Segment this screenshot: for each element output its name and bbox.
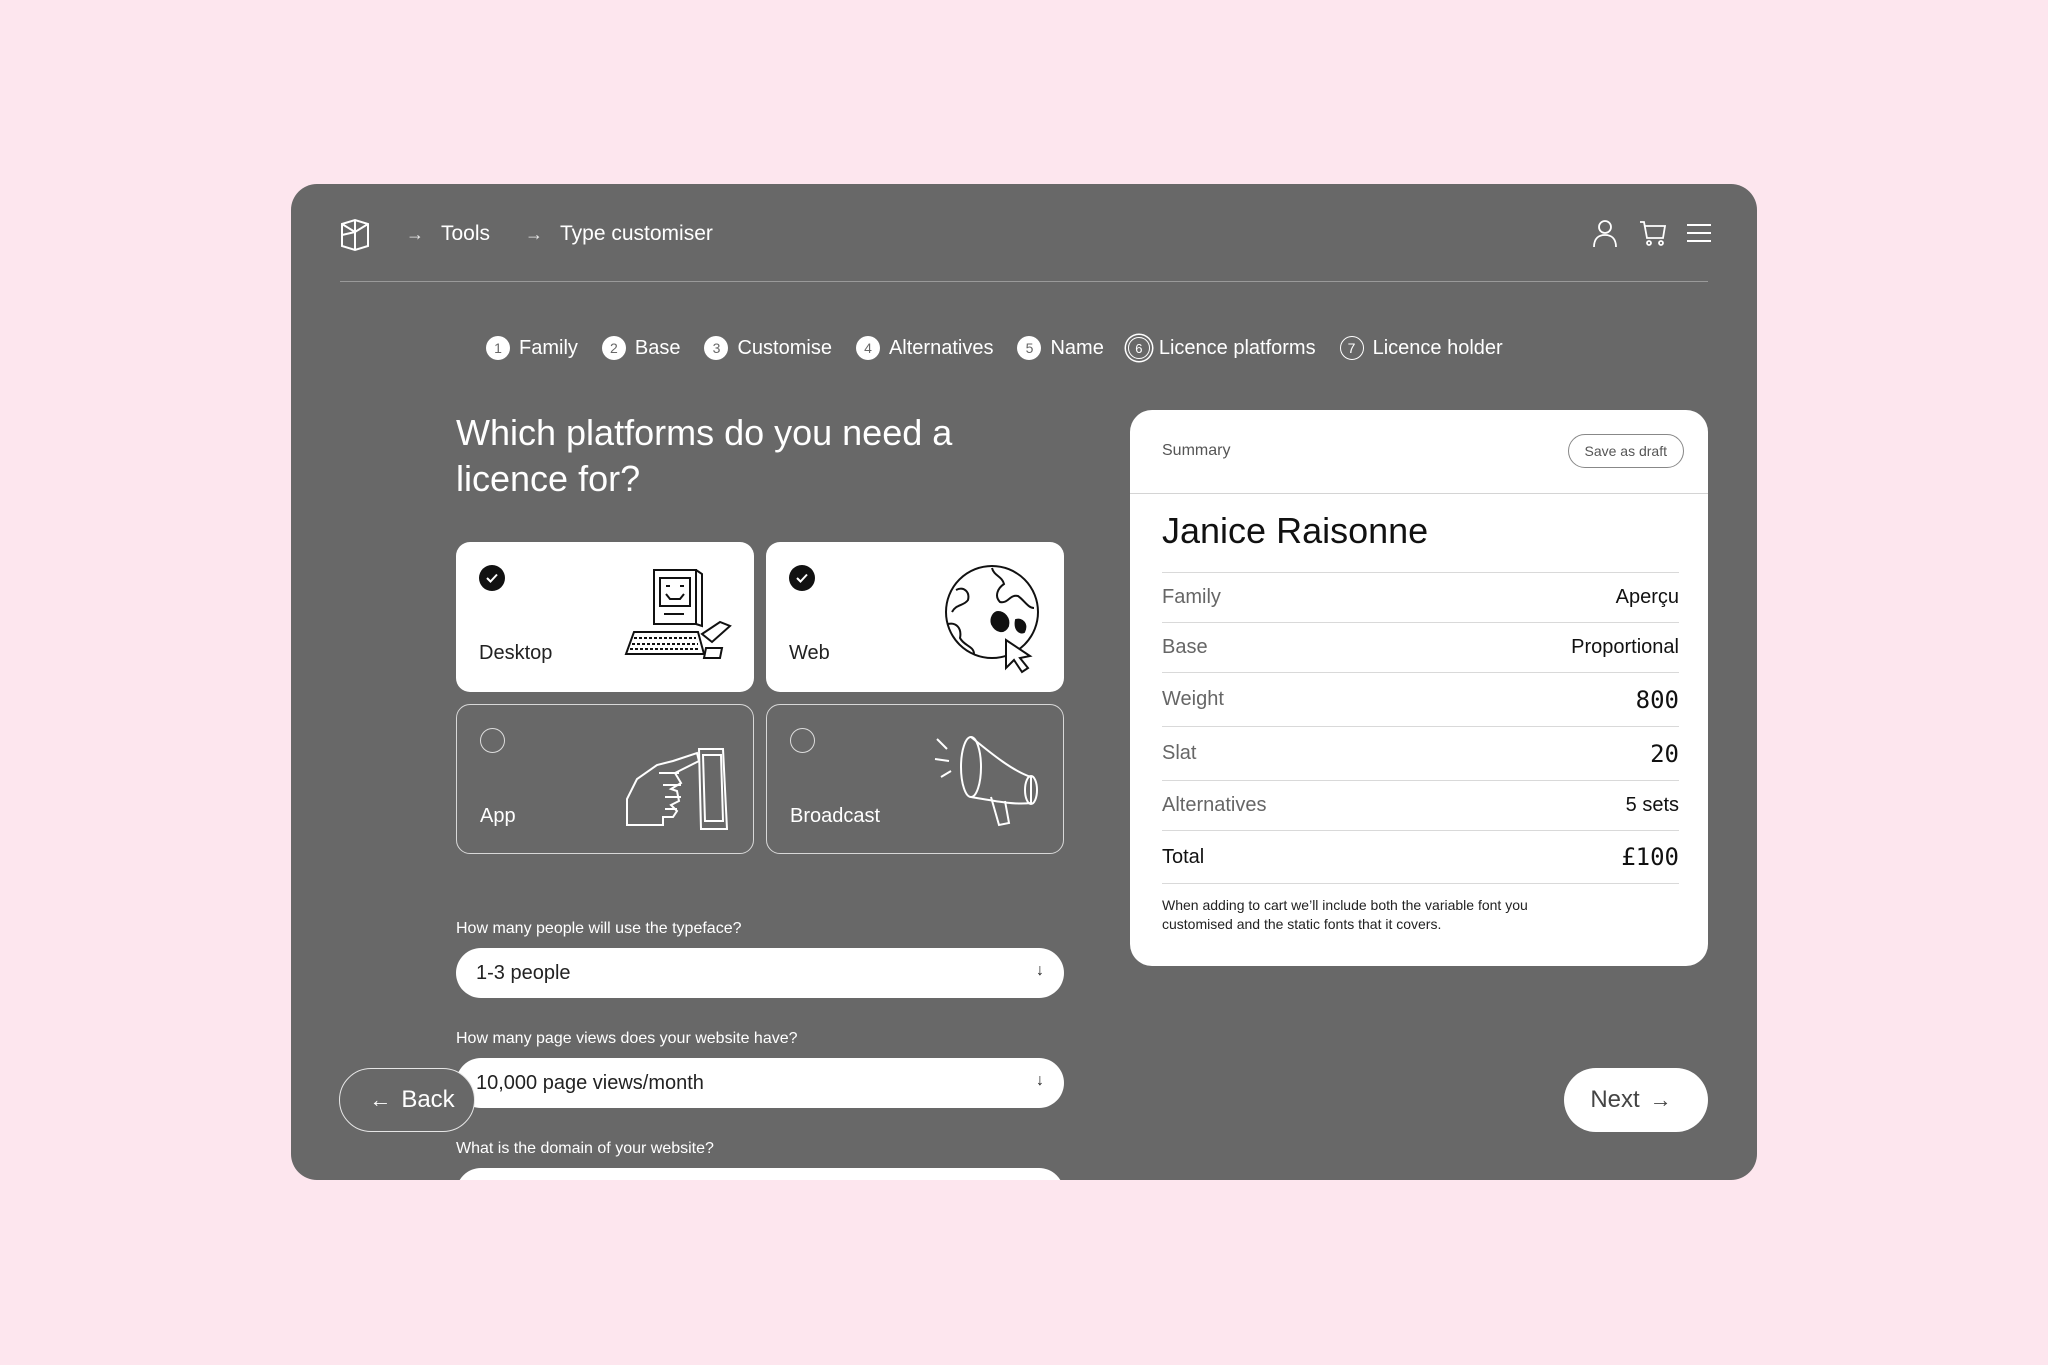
summary-title: Summary bbox=[1162, 442, 1231, 459]
arrow-right-icon: → bbox=[1649, 1087, 1672, 1112]
summary-note: When adding to cart we’ll include both t… bbox=[1162, 897, 1528, 932]
people-select[interactable]: 1-3 people ↓ bbox=[456, 948, 1064, 998]
progress-stepper: 1 Family 2 Base 3 Customise 4 Alternatives 5… bbox=[486, 332, 1527, 364]
summary-row-total: Total £100 bbox=[1162, 830, 1679, 884]
breadcrumb-tools[interactable]: Tools bbox=[441, 222, 490, 246]
checked-icon bbox=[479, 565, 505, 591]
page-question: Which platforms do you need a licence fo… bbox=[456, 412, 953, 499]
summary-row-slat: Slat 20 bbox=[1162, 726, 1679, 780]
step-base[interactable]: 2 Base bbox=[601, 336, 680, 360]
step-customise[interactable]: 3 Customise bbox=[704, 336, 832, 360]
summary-row-alternatives: Alternatives 5 sets bbox=[1162, 780, 1679, 830]
summary-header: Summary Save as draft bbox=[1130, 410, 1708, 494]
page-views-select-value: 10,000 page views/month bbox=[476, 1071, 704, 1094]
type-customiser-window: → Tools → Type customiser 1 Family 2 Base … bbox=[291, 184, 1757, 1180]
summary-row-base: Base Proportional bbox=[1162, 622, 1679, 672]
page-views-select[interactable]: 10,000 page views/month ↓ bbox=[456, 1058, 1064, 1108]
summary-row-weight: Weight 800 bbox=[1162, 672, 1679, 726]
platform-label: App bbox=[480, 805, 516, 827]
globe-icon bbox=[945, 565, 1039, 674]
people-select-value: 1-3 people bbox=[476, 961, 571, 984]
summary-panel: Summary Save as draft Janice Raisonne Fa… bbox=[1130, 410, 1708, 966]
step-family[interactable]: 1 Family bbox=[486, 336, 578, 360]
save-as-draft-button[interactable]: Save as draft bbox=[1567, 434, 1684, 468]
people-question-label: How many people will use the typeface? bbox=[456, 920, 742, 937]
breadcrumb-arrow-icon: → bbox=[525, 224, 543, 244]
summary-row-family: Family Aperçu bbox=[1162, 572, 1679, 622]
breadcrumb-arrow-icon: → bbox=[406, 224, 424, 244]
menu-icon[interactable] bbox=[1684, 218, 1714, 248]
platform-card-desktop[interactable]: Desktop bbox=[456, 542, 754, 692]
platform-card-app[interactable]: App bbox=[456, 704, 754, 854]
domain-question-label: What is the domain of your website? bbox=[456, 1140, 714, 1157]
arrow-down-icon: ↓ bbox=[1036, 962, 1044, 979]
font-name: Janice Raisonne bbox=[1162, 510, 1429, 551]
arrow-down-icon: ↓ bbox=[1036, 1072, 1044, 1089]
unchecked-icon bbox=[480, 728, 505, 753]
views-question-label: How many page views does your website ha… bbox=[456, 1030, 798, 1047]
cart-icon[interactable] bbox=[1638, 218, 1668, 248]
platform-label: Broadcast bbox=[790, 805, 881, 827]
next-button[interactable]: Next → bbox=[1564, 1068, 1708, 1132]
top-nav: → Tools → Type customiser bbox=[340, 184, 1711, 282]
hand-phone-icon bbox=[626, 748, 729, 830]
logo-icon[interactable] bbox=[340, 218, 370, 252]
arrow-left-icon: ← bbox=[369, 1087, 392, 1112]
platform-label: Web bbox=[789, 642, 830, 664]
platform-label: Desktop bbox=[479, 642, 553, 664]
checked-icon bbox=[789, 565, 815, 591]
step-name[interactable]: 5 Name bbox=[1017, 336, 1104, 360]
step-licence-platforms[interactable]: 6 Licence platforms bbox=[1127, 337, 1316, 360]
back-button-label: Back bbox=[401, 1086, 455, 1113]
domain-input[interactable] bbox=[456, 1168, 1064, 1180]
account-icon[interactable] bbox=[1590, 218, 1620, 248]
step-licence-holder[interactable]: 7 Licence holder bbox=[1339, 336, 1503, 360]
computer-icon bbox=[624, 569, 732, 659]
step-alternatives[interactable]: 4 Alternatives bbox=[855, 336, 993, 360]
breadcrumb-type-customiser[interactable]: Type customiser bbox=[560, 222, 713, 246]
back-button[interactable]: ← Back bbox=[339, 1068, 475, 1132]
next-button-label: Next bbox=[1590, 1086, 1640, 1113]
megaphone-icon bbox=[934, 736, 1038, 827]
platform-card-broadcast[interactable]: Broadcast bbox=[766, 704, 1064, 854]
platform-card-web[interactable]: Web bbox=[766, 542, 1064, 692]
unchecked-icon bbox=[790, 728, 815, 753]
